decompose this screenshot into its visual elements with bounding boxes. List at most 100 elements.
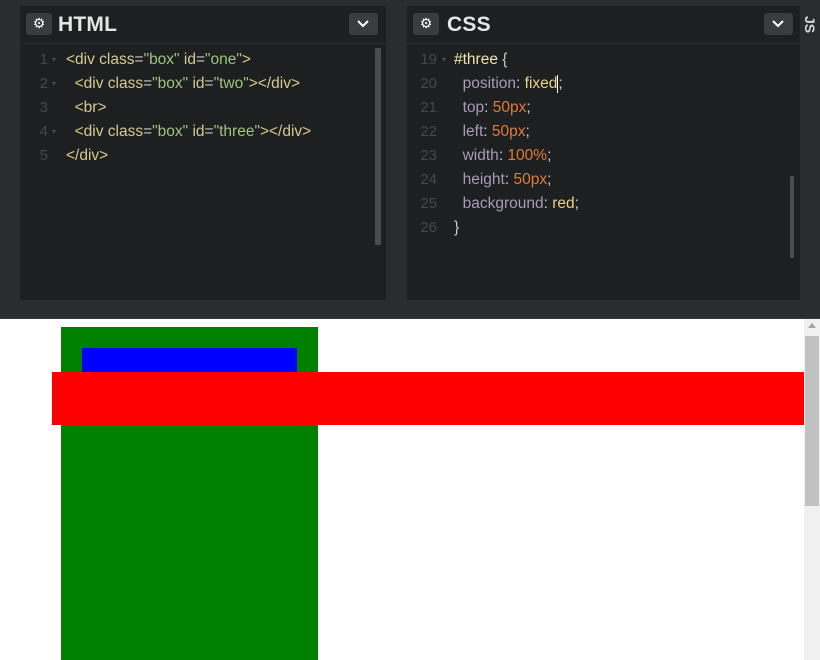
code-text: <div class="box" id="two"></div> [66, 72, 300, 96]
code-token: #three [454, 51, 498, 68]
code-text: <br> [66, 96, 107, 120]
left-gutter [0, 0, 20, 300]
code-token: "box" [152, 75, 189, 92]
code-text: left: 50px; [454, 120, 530, 144]
code-token: </div> [66, 147, 109, 164]
code-token: fixed [524, 75, 558, 92]
code-token: "box" [143, 51, 180, 68]
line-number: 5 [39, 147, 48, 164]
html-settings-gear-icon[interactable]: ⚙ [26, 13, 52, 35]
code-line[interactable]: 1 ▾ <div class="box" id="one"> [20, 48, 386, 72]
code-line[interactable]: 20 position: fixed; [407, 72, 800, 96]
code-line[interactable]: 4 ▾ <div class="box" id="three"></div> [20, 120, 386, 144]
js-pane-tab[interactable]: JS [800, 6, 820, 300]
js-tab-label: JS [802, 16, 818, 34]
code-line[interactable]: 5 </div> [20, 144, 386, 168]
pane-resize-handle[interactable] [386, 0, 407, 300]
code-token: <div [66, 123, 104, 140]
code-line[interactable]: 19 ▾ #three { [407, 48, 800, 72]
fold-arrow-icon[interactable]: ▾ [52, 120, 56, 144]
code-text: <div class="box" id="three"></div> [66, 120, 312, 144]
code-line[interactable]: 26} [407, 216, 800, 240]
line-number: 1 [39, 51, 48, 68]
line-number: 2 [39, 75, 48, 92]
code-token: 100% [507, 147, 548, 164]
fold-arrow-icon[interactable]: ▾ [442, 48, 446, 72]
code-token: = [195, 51, 205, 68]
line-number: 23 [420, 147, 437, 164]
code-token: background [454, 195, 544, 212]
code-text: </div> [66, 144, 108, 168]
code-text: position: fixed; [454, 72, 563, 96]
result-preview [0, 319, 820, 660]
code-token: 50px [513, 171, 548, 188]
line-number: 26 [420, 219, 437, 236]
code-text: #three { [454, 48, 507, 72]
result-scrollbar[interactable] [804, 319, 820, 660]
code-token: red [552, 195, 575, 212]
line-number: 20 [420, 75, 437, 92]
code-token: ; [558, 75, 563, 92]
html-editor-scrollbar[interactable] [375, 48, 381, 245]
code-token: <br> [66, 99, 107, 116]
scroll-up-arrow-icon[interactable] [808, 323, 816, 328]
code-text: height: 50px; [454, 168, 552, 192]
code-token: left [454, 123, 484, 140]
code-token: "one" [205, 51, 242, 68]
code-line[interactable]: 3 <br> [20, 96, 386, 120]
code-token: ></div> [248, 75, 301, 92]
code-line[interactable]: 22 left: 50px; [407, 120, 800, 144]
code-token: { [497, 51, 508, 68]
code-token: : [483, 123, 492, 140]
line-number: 22 [420, 123, 437, 140]
code-token: width [454, 147, 499, 164]
code-token: = [204, 123, 214, 140]
code-token: class [103, 123, 144, 140]
code-token: ; [547, 147, 552, 164]
css-editor-pane: ⚙ CSS 19 ▾ #three {20 position: fixed; 21 t… [407, 6, 800, 300]
code-line[interactable]: 2 ▾ <div class="box" id="two"></div> [20, 72, 386, 96]
css-editor-scrollbar[interactable] [790, 176, 794, 258]
code-line[interactable]: 23 width: 100%; [407, 144, 800, 168]
code-token: id [188, 123, 205, 140]
editor-result-divider[interactable] [0, 300, 820, 319]
code-token: class [103, 75, 144, 92]
code-text: top: 50px; [454, 96, 531, 120]
code-line[interactable]: 21 top: 50px; [407, 96, 800, 120]
code-token: "three" [213, 123, 260, 140]
code-text: } [454, 216, 459, 240]
code-text: background: red; [454, 192, 579, 216]
code-token: = [204, 75, 214, 92]
code-token: = [134, 51, 144, 68]
code-token: <div [66, 51, 95, 68]
code-token: : [543, 195, 553, 212]
code-token: ; [574, 195, 579, 212]
css-code-editor[interactable]: 19 ▾ #three {20 position: fixed; 21 top: 50… [407, 48, 800, 300]
code-token: > [241, 51, 251, 68]
code-token: position [454, 75, 517, 92]
fold-arrow-icon[interactable]: ▾ [52, 48, 56, 72]
line-number: 21 [420, 99, 437, 116]
html-collapse-chevron-down-icon[interactable] [349, 13, 378, 35]
code-token: ; [526, 99, 531, 116]
html-pane-header: ⚙ HTML [20, 6, 386, 44]
css-collapse-chevron-down-icon[interactable] [764, 13, 793, 35]
code-token: class [94, 51, 135, 68]
line-number: 3 [39, 99, 48, 116]
css-pane-header: ⚙ CSS [407, 6, 800, 44]
fold-arrow-icon[interactable]: ▾ [52, 72, 56, 96]
css-settings-gear-icon[interactable]: ⚙ [413, 13, 439, 35]
code-line[interactable]: 24 height: 50px; [407, 168, 800, 192]
code-token: ></div> [259, 123, 312, 140]
code-token: top [454, 99, 485, 116]
line-number: 24 [420, 171, 437, 188]
html-code-editor[interactable]: 1 ▾ <div class="box" id="one"> 2 ▾ <div clas… [20, 48, 386, 300]
html-pane-title: HTML [58, 13, 118, 36]
html-editor-pane: ⚙ HTML 1 ▾ <div class="box" id="one"> 2 ▾ <d… [20, 6, 386, 300]
code-token: "two" [213, 75, 249, 92]
code-token: "box" [152, 123, 189, 140]
code-token: : [516, 75, 525, 92]
code-line[interactable]: 25 background: red; [407, 192, 800, 216]
code-token: ; [547, 171, 552, 188]
result-scroll-thumb[interactable] [805, 336, 819, 506]
